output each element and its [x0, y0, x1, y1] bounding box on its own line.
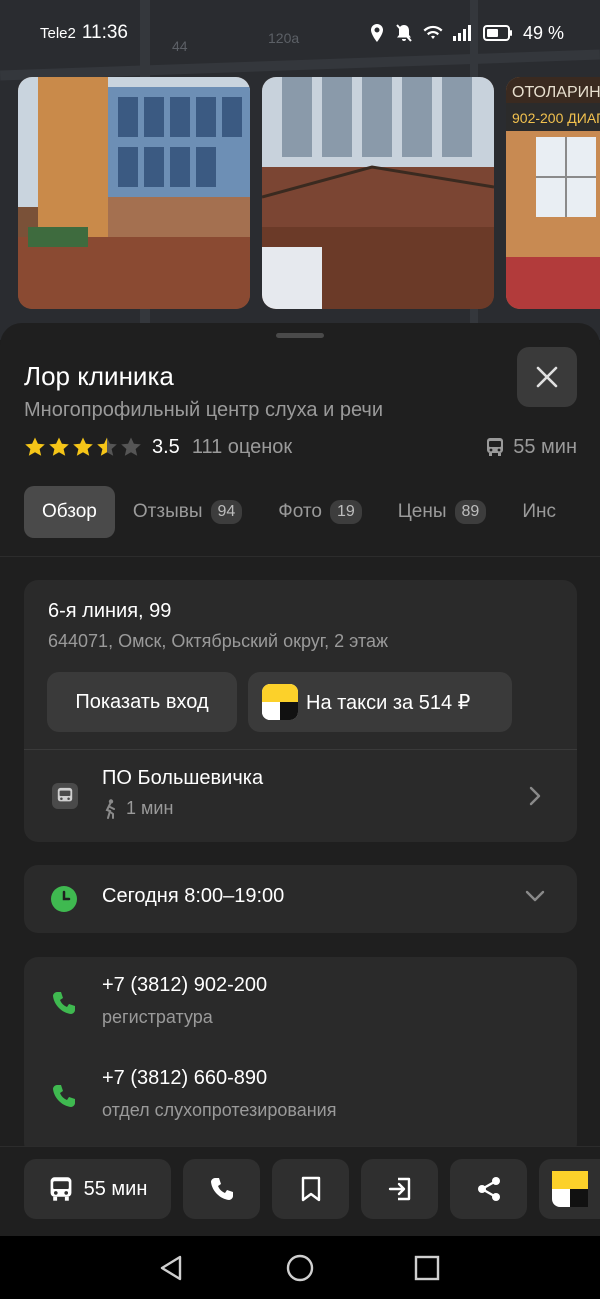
bookmark-icon [301, 1176, 320, 1202]
sign-text-bottom: 902-200 ДИАГ [512, 110, 600, 126]
tab-count-badge: 94 [210, 500, 243, 524]
phone-label: регистратура [102, 1007, 213, 1027]
location-icon [370, 24, 383, 42]
taxi-button[interactable]: На такси за 514 ₽ [248, 672, 512, 732]
show-entrance-button[interactable]: Показать вход [47, 672, 237, 732]
place-subtitle: Многопрофильный центр слуха и речи [24, 399, 384, 421]
transit-time-label: 55 мин [513, 435, 577, 458]
app-root: 44 120а Tele2 11:36 49 % ОТОЛАРИН 902-20… [0, 0, 600, 1299]
photo-image: ОТОЛАРИН 902-200 ДИАГ [506, 77, 600, 309]
photo-building-facade[interactable] [18, 77, 250, 309]
walking-person-icon [105, 798, 115, 819]
tab-bar: Обзор Отзывы 94 Фото 19 Цены 89 Инс [24, 486, 574, 538]
show-entrance-label: Показать вход [75, 690, 209, 713]
hours-text: Сегодня 8:00–19:00 [102, 885, 285, 907]
phone-number[interactable]: +7 (3812) 902-200 [102, 974, 267, 997]
entrance-button[interactable] [361, 1159, 438, 1219]
address-details: 644071, Омск, Октябрьский округ, 2 этаж [48, 631, 389, 651]
route-button-label: 55 мин [83, 1177, 148, 1200]
star-icon [121, 437, 141, 456]
battery-icon [482, 25, 512, 41]
status-bar: Tele2 11:36 49 % [0, 0, 600, 66]
status-icons: 49 % [369, 23, 564, 44]
back-icon[interactable] [158, 1254, 184, 1282]
bus-stop-icon [52, 783, 78, 809]
close-icon [536, 366, 558, 388]
tab-photos[interactable]: Фото 19 [260, 486, 379, 538]
bus-icon [50, 1177, 72, 1201]
chevron-right-icon[interactable] [528, 785, 542, 807]
phone-icon [210, 1178, 233, 1200]
tab-label: Обзор [42, 501, 97, 522]
phone-label: отдел слухопротезирования [102, 1100, 337, 1120]
home-icon[interactable] [286, 1254, 314, 1282]
phone-number[interactable]: +7 (3812) 660-890 [102, 1067, 267, 1090]
tab-overview[interactable]: Обзор [24, 486, 115, 538]
tab-count-badge: 19 [329, 500, 362, 524]
sign-text-top: ОТОЛАРИН [512, 84, 600, 101]
rating-value: 3.5 [152, 435, 180, 458]
tab-reviews[interactable]: Отзывы 94 [115, 486, 260, 538]
photo-building-entrance[interactable] [262, 77, 494, 309]
recents-icon[interactable] [414, 1255, 440, 1281]
clock-time: 11:36 [81, 22, 128, 43]
walk-time: 1 мин [102, 798, 173, 819]
tab-label: Отзывы [132, 501, 203, 522]
close-button[interactable] [517, 347, 577, 407]
bookmark-button[interactable] [272, 1159, 349, 1219]
bell-off-icon [396, 24, 412, 42]
wifi-icon [423, 25, 443, 39]
star-icon [49, 437, 69, 456]
tab-count-badge: 89 [454, 500, 487, 524]
star-icon [97, 437, 117, 456]
taxi-label: На такси за 514 ₽ [306, 691, 471, 714]
phone-icon [53, 992, 75, 1014]
bus-stop-name[interactable]: ПО Большевичка [102, 767, 263, 790]
signal-icon [452, 25, 471, 41]
tab-prices[interactable]: Цены 89 [380, 486, 505, 538]
transit-time[interactable]: 55 мин [485, 436, 577, 459]
tab-info[interactable]: Инс [504, 486, 574, 538]
taxi-logo-icon [262, 684, 298, 720]
taxi-logo-icon [551, 1171, 588, 1207]
star-icon [73, 437, 93, 456]
phones-card: +7 (3812) 902-200 регистратура +7 (3812)… [24, 957, 577, 1157]
system-nav-bar [0, 1236, 600, 1299]
divider [0, 556, 600, 557]
rating-count[interactable]: 111 оценок [192, 436, 292, 459]
taxi-action-button[interactable] [539, 1159, 600, 1219]
chevron-down-icon[interactable] [524, 889, 546, 903]
divider [24, 749, 577, 750]
enter-icon [388, 1177, 410, 1201]
hours-card[interactable]: Сегодня 8:00–19:00 [24, 865, 577, 933]
action-bar: 55 мин [0, 1146, 600, 1236]
tab-label: Цены [397, 501, 447, 522]
place-title: Лор клиника [24, 361, 174, 391]
walk-time-label: 1 мин [126, 798, 174, 818]
address-card: 6-я линия, 99 644071, Омск, Октябрьский … [24, 580, 577, 842]
tab-label: Фото [278, 501, 322, 522]
tab-label: Инс [522, 501, 556, 522]
battery-percent: 49 % [522, 22, 564, 43]
photo-clinic-sign[interactable]: ОТОЛАРИН 902-200 ДИАГ [506, 77, 600, 309]
clock-icon [51, 886, 77, 912]
photo-carousel[interactable]: ОТОЛАРИН 902-200 ДИАГ [18, 77, 600, 309]
route-button[interactable]: 55 мин [24, 1159, 171, 1219]
sheet-drag-handle[interactable] [276, 333, 324, 338]
photo-image [18, 77, 250, 309]
phone-icon [53, 1085, 75, 1107]
address-main[interactable]: 6-я линия, 99 [48, 600, 171, 623]
carrier-name: Tele2 [40, 24, 76, 42]
share-icon [477, 1177, 500, 1201]
call-button[interactable] [183, 1159, 260, 1219]
rating-stars[interactable] [24, 436, 142, 458]
share-button[interactable] [450, 1159, 527, 1219]
bus-icon [487, 438, 504, 456]
photo-image [262, 77, 494, 309]
rating-row: 3.5 111 оценок 55 мин [24, 433, 577, 461]
star-icon [25, 437, 45, 456]
